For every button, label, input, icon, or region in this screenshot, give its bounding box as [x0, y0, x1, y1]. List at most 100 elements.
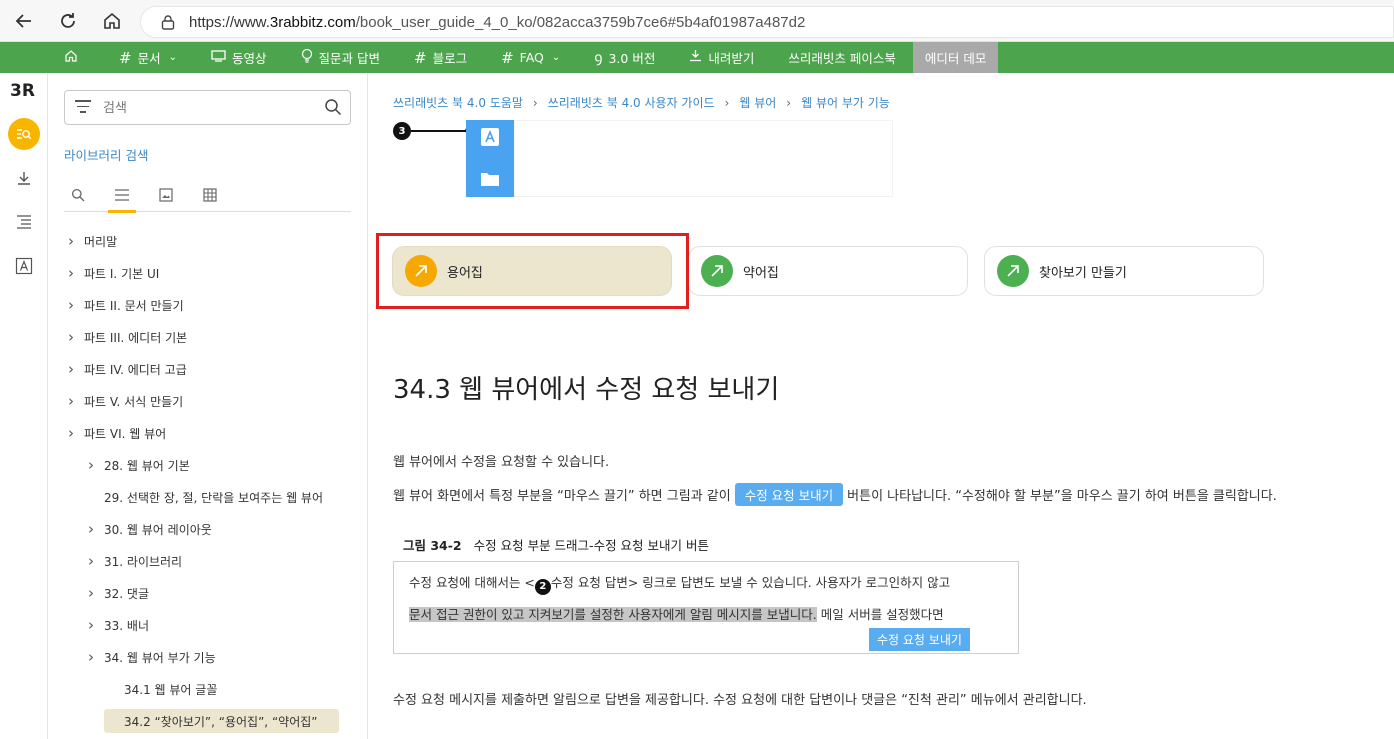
callout-number: 2 [534, 578, 551, 595]
topnav-item-4[interactable]: # 블로그 [397, 42, 484, 73]
logo[interactable]: 3R [10, 81, 35, 101]
tab-images[interactable] [152, 178, 180, 212]
font-icon [481, 128, 499, 146]
monitor-icon [211, 49, 226, 66]
topnav-label: FAQ [519, 50, 544, 65]
filter-icon[interactable] [75, 100, 91, 117]
toc-item[interactable]: › 파트 IV. 에디터 고급 [48, 353, 368, 385]
topnav-item-0[interactable] [0, 42, 102, 73]
chevron-right-icon[interactable]: › [88, 648, 94, 666]
breadcrumb-link[interactable]: 웹 뷰어 부가 기능 [801, 96, 890, 110]
chevron-right-icon[interactable]: › [88, 520, 94, 538]
topnav-item-1[interactable]: # 문서 ⌄ [102, 42, 194, 73]
breadcrumb-link[interactable]: 쓰리래빗츠 북 4.0 사용자 가이드 [548, 96, 715, 110]
chevron-right-icon[interactable]: › [88, 456, 94, 474]
toc-item[interactable]: › 머리말 [48, 225, 368, 257]
toc-item[interactable]: › 파트 VI. 웹 뷰어 [48, 417, 368, 449]
chevron-right-icon[interactable]: › [68, 232, 74, 250]
search-box[interactable] [64, 90, 351, 125]
toc-item[interactable]: › 파트 III. 에디터 기본 [48, 321, 368, 353]
chevron-right-icon[interactable]: › [88, 616, 94, 634]
topnav-label: 쓰리래빗츠 페이스북 [788, 51, 896, 66]
chevron-right-icon[interactable]: › [88, 552, 94, 570]
toc-item[interactable]: › 파트 V. 서식 만들기 [48, 385, 368, 417]
toc-item[interactable]: › 31. 라이브러리 [48, 545, 368, 577]
toc-item[interactable]: › 33. 배너 [48, 609, 368, 641]
toc-label: 파트 VI. 웹 뷰어 [84, 426, 167, 441]
toc-label: 30. 웹 뷰어 레이아웃 [104, 522, 212, 537]
toc-item[interactable]: 34.2 “찾아보기”, “용어집”, “약어집” [48, 705, 368, 737]
toc-label: 29. 선택한 장, 절, 단락을 보여주는 웹 뷰어 [104, 490, 324, 505]
chevron-right-icon[interactable]: › [68, 296, 74, 314]
browser-toolbar: https://www.3rabbitz.com/book_user_guide… [0, 0, 1394, 42]
search-input[interactable] [103, 97, 303, 119]
reload-icon[interactable] [56, 9, 80, 33]
tab-tables[interactable] [196, 178, 224, 212]
library-search-icon[interactable] [8, 118, 40, 150]
chevron-right-icon[interactable]: › [68, 328, 74, 346]
sidebar-tabs [64, 178, 351, 213]
toc-item[interactable]: › 파트 I. 기본 UI [48, 257, 368, 289]
icon-rail: 3R [0, 73, 48, 739]
callout-line [411, 130, 467, 132]
topnav-item-2[interactable]: 동영상 [194, 42, 284, 73]
toc-label: 파트 III. 에디터 기본 [84, 330, 188, 345]
chevron-right-icon[interactable]: › [68, 264, 74, 282]
hash-icon: # [413, 48, 427, 67]
toc-label: 28. 웹 뷰어 기본 [104, 458, 190, 473]
topnav-item-3[interactable]: 질문과 답변 [284, 42, 397, 73]
topnav-label: 3.0 버전 [608, 51, 656, 66]
chevron-right-icon[interactable]: › [68, 424, 74, 442]
chevron-down-icon: ⌄ [168, 52, 177, 63]
breadcrumb-link[interactable]: 웹 뷰어 [739, 96, 776, 110]
toc-label: 34.1 웹 뷰어 글꼴 [124, 682, 218, 697]
topnav-item-5[interactable]: # FAQ ⌄ [484, 42, 577, 73]
home-icon[interactable] [100, 9, 124, 33]
topnav-label: 질문과 답변 [318, 51, 380, 66]
breadcrumb-separator-icon: › [786, 96, 792, 110]
toc-label: 파트 IV. 에디터 고급 [84, 362, 187, 377]
hash-icon: # [501, 48, 514, 67]
topnav-item-9[interactable]: 에디터 데모 [912, 42, 999, 73]
screenshot-panel [514, 120, 893, 197]
topnav-item-8[interactable]: 쓰리래빗츠 페이스북 [771, 42, 912, 73]
topnav-label: 블로그 [432, 51, 468, 66]
table-icon [203, 188, 217, 202]
font-icon[interactable] [8, 250, 40, 282]
search-icon[interactable] [324, 98, 342, 116]
card-abbreviations[interactable]: 약어집 [688, 246, 968, 296]
toc-item[interactable]: › 28. 웹 뷰어 기본 [48, 449, 368, 481]
figure-line-1: 수정 요청에 대해서는 <2 수정 요청 답변> 링크로 답변도 보낼 수 있습니… [409, 572, 950, 595]
library-search-link[interactable]: 라이브러리 검색 [64, 145, 148, 164]
topnav-item-6[interactable]: ꝯ 3.0 버전 [577, 42, 672, 73]
toc-item[interactable]: › 32. 댓글 [48, 577, 368, 609]
toc-item[interactable]: › 34. 웹 뷰어 부가 기능 [48, 641, 368, 673]
topnav-label: 내려받기 [708, 51, 755, 66]
inline-button-chip: 수정 요청 보내기 [734, 483, 844, 506]
toc-label: 파트 V. 서식 만들기 [84, 394, 184, 409]
topnav-item-7[interactable]: 내려받기 [672, 42, 771, 73]
lock-icon [161, 15, 175, 30]
back-arrow-icon[interactable] [12, 9, 36, 33]
card-index[interactable]: 찾아보기 만들기 [984, 246, 1264, 296]
toc-icon[interactable] [8, 206, 40, 238]
download-icon[interactable] [8, 162, 40, 194]
bulb-icon [301, 48, 313, 67]
address-bar[interactable]: https://www.3rabbitz.com/book_user_guide… [140, 6, 1394, 38]
toc-item[interactable]: 29. 선택한 장, 절, 단락을 보여주는 웹 뷰어 [48, 481, 368, 513]
toc-item[interactable]: 34.1 웹 뷰어 글꼴 [48, 673, 368, 705]
tab-toc[interactable] [108, 178, 136, 213]
folder-icon [481, 173, 499, 186]
breadcrumb-link[interactable]: 쓰리래빗츠 북 4.0 도움말 [393, 96, 523, 110]
toc-item[interactable]: › 파트 II. 문서 만들기 [48, 289, 368, 321]
screenshot-toolbar [466, 120, 514, 197]
toc-item[interactable]: › 30. 웹 뷰어 레이아웃 [48, 513, 368, 545]
paragraph-3: 수정 요청 메시지를 제출하면 알림으로 답변을 제공합니다. 수정 요청에 대… [393, 693, 1087, 708]
tab-search[interactable] [64, 178, 92, 212]
chevron-right-icon[interactable]: › [88, 584, 94, 602]
toc-label: 파트 II. 문서 만들기 [84, 298, 184, 313]
chevron-right-icon[interactable]: › [68, 392, 74, 410]
sidebar: 라이브러리 검색 ›머리말›파트 I. 기본 UI›파트 II. 문서 만들기›… [48, 73, 368, 739]
topnav-label: 동영상 [231, 51, 267, 66]
chevron-right-icon[interactable]: › [68, 360, 74, 378]
